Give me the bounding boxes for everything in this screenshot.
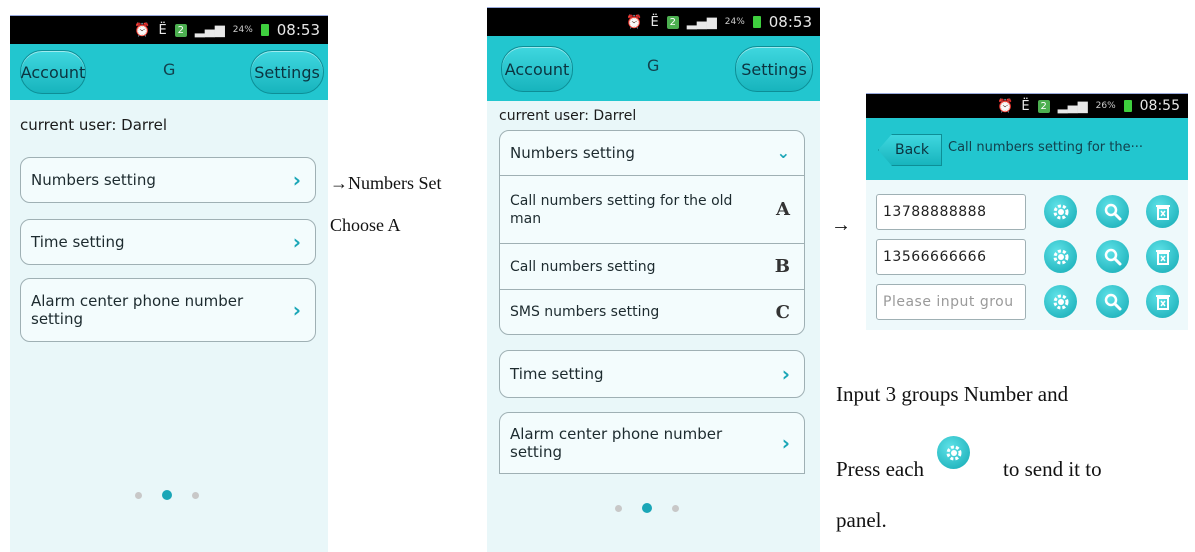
current-user-label: current user: Darrel	[499, 108, 637, 124]
submenu-letter: C	[775, 301, 790, 323]
search-icon[interactable]	[1096, 240, 1129, 273]
settings-button[interactable]: Settings	[250, 50, 324, 94]
phone-number-input-1[interactable]: 13788888888	[876, 194, 1026, 230]
time-setting-label: Time setting	[510, 365, 604, 383]
back-button[interactable]: Back	[878, 134, 942, 166]
numbers-setting-label: Numbers setting	[31, 171, 156, 189]
chevron-right-icon: ›	[292, 298, 301, 322]
instruction-line-3: panel.	[836, 508, 887, 532]
alarm-icon: ⏰	[997, 98, 1014, 114]
signal-icon: ▂▄▆	[1057, 98, 1088, 114]
instruction-line-2a: Press each	[836, 457, 925, 481]
battery-icon	[1123, 100, 1132, 112]
battery-icon	[752, 16, 761, 28]
battery-icon	[260, 24, 269, 36]
phone-screen-call-numbers: ⏰ Ё 2 ▂▄▆ 26% 08:55 Back Call numbers se…	[866, 93, 1188, 330]
sim-e-icon: Ё	[650, 14, 659, 30]
submenu-letter: A	[776, 199, 790, 220]
account-button[interactable]: Account	[20, 50, 86, 94]
submenu-label: Call numbers setting	[510, 258, 656, 275]
status-time: 08:55	[1139, 98, 1180, 114]
submenu-item-call-numbers[interactable]: Call numbers setting B	[499, 243, 805, 289]
page-dot-active	[642, 503, 652, 513]
alarm-center-setting-row[interactable]: Alarm center phone number setting ›	[20, 278, 316, 342]
chevron-down-icon: ⌄	[776, 143, 790, 162]
sim-icon: 2	[1037, 99, 1050, 113]
battery-percent: 26%	[1095, 101, 1116, 111]
page-indicator	[135, 490, 199, 500]
page-dot	[672, 504, 679, 512]
gear-icon[interactable]	[1044, 285, 1077, 318]
instruction-line-1: Input 3 groups Number and	[836, 382, 1069, 406]
status-bar: ⏰ Ё 2 ▂▄▆ 24% 08:53	[487, 8, 820, 36]
chevron-right-icon: ›	[781, 431, 790, 455]
search-icon[interactable]	[1096, 285, 1129, 318]
phone-number-input-3[interactable]: Please input grou	[876, 284, 1026, 320]
chevron-right-icon: ›	[292, 168, 301, 192]
alarm-center-setting-label: Alarm center phone number setting	[31, 292, 244, 328]
status-time: 08:53	[768, 13, 812, 31]
signal-icon: ▂▄▆	[686, 14, 717, 30]
annotation-numbers-set: →Numbers Set	[330, 173, 442, 193]
search-icon[interactable]	[1096, 195, 1129, 228]
annotation-choose-a: Choose A	[330, 215, 401, 235]
phone-screen-expanded: ⏰ Ё 2 ▂▄▆ 24% 08:53 Account G Settings c…	[487, 7, 820, 552]
page-dot	[615, 504, 622, 512]
time-setting-row[interactable]: Time setting ›	[20, 219, 316, 265]
chevron-right-icon: ›	[292, 230, 301, 254]
status-bar: ⏰ Ё 2 ▂▄▆ 26% 08:55	[866, 94, 1188, 118]
phone-number-input-2[interactable]: 13566666666	[876, 239, 1026, 275]
instruction-line-2b: to send it to	[1003, 457, 1102, 481]
chevron-right-icon: ›	[781, 362, 790, 386]
phone-screen-main: ⏰ Ё 2 ▂▄▆ 24% 08:53 Account G Settings c…	[10, 15, 328, 552]
page-dot	[135, 491, 142, 499]
alarm-center-setting-label: Alarm center phone number setting	[510, 425, 723, 461]
numbers-setting-label: Numbers setting	[510, 144, 635, 162]
page-dot	[192, 491, 199, 499]
trash-icon[interactable]	[1146, 240, 1179, 273]
submenu-label: SMS numbers setting	[510, 304, 660, 320]
page-title: Call numbers setting for the···	[948, 140, 1143, 155]
battery-percent: 24%	[232, 25, 253, 35]
submenu-letter: B	[774, 256, 790, 277]
account-button[interactable]: Account	[501, 46, 573, 92]
page-indicator	[615, 503, 679, 513]
top-bar: Back Call numbers setting for the···	[866, 118, 1188, 180]
page-dot-active	[162, 490, 172, 500]
gear-icon	[937, 436, 970, 469]
trash-icon[interactable]	[1146, 285, 1179, 318]
status-bar: ⏰ Ё 2 ▂▄▆ 24% 08:53	[10, 16, 328, 44]
app-title: G	[163, 60, 176, 79]
submenu-item-sms-numbers[interactable]: SMS numbers setting C	[499, 289, 805, 335]
sim-e-icon: Ё	[1021, 98, 1030, 114]
gear-icon[interactable]	[1044, 195, 1077, 228]
time-setting-row[interactable]: Time setting ›	[499, 350, 805, 398]
submenu-label: Call numbers setting for the old man	[510, 192, 733, 227]
alarm-center-setting-row[interactable]: Alarm center phone number setting ›	[499, 412, 805, 474]
trash-icon[interactable]	[1146, 195, 1179, 228]
top-bar: Account G Settings	[10, 44, 328, 100]
alarm-icon: ⏰	[134, 22, 151, 38]
gear-icon[interactable]	[1044, 240, 1077, 273]
numbers-setting-row[interactable]: Numbers setting ›	[20, 157, 316, 203]
alarm-icon: ⏰	[626, 14, 643, 30]
sim-e-icon: Ё	[158, 22, 167, 38]
battery-percent: 24%	[724, 17, 745, 27]
sim-icon: 2	[666, 15, 679, 29]
sim-icon: 2	[174, 23, 187, 37]
arrow-annotation: →	[831, 214, 851, 236]
settings-button[interactable]: Settings	[735, 46, 813, 92]
current-user-label: current user: Darrel	[20, 116, 168, 134]
signal-icon: ▂▄▆	[194, 22, 225, 38]
time-setting-label: Time setting	[31, 233, 125, 251]
top-bar: Account G Settings	[487, 36, 820, 101]
submenu-item-old-man[interactable]: Call numbers setting for the old man A	[499, 175, 805, 243]
status-time: 08:53	[276, 21, 320, 39]
numbers-setting-row-expanded[interactable]: Numbers setting ⌄	[499, 130, 805, 176]
app-title: G	[647, 56, 660, 75]
